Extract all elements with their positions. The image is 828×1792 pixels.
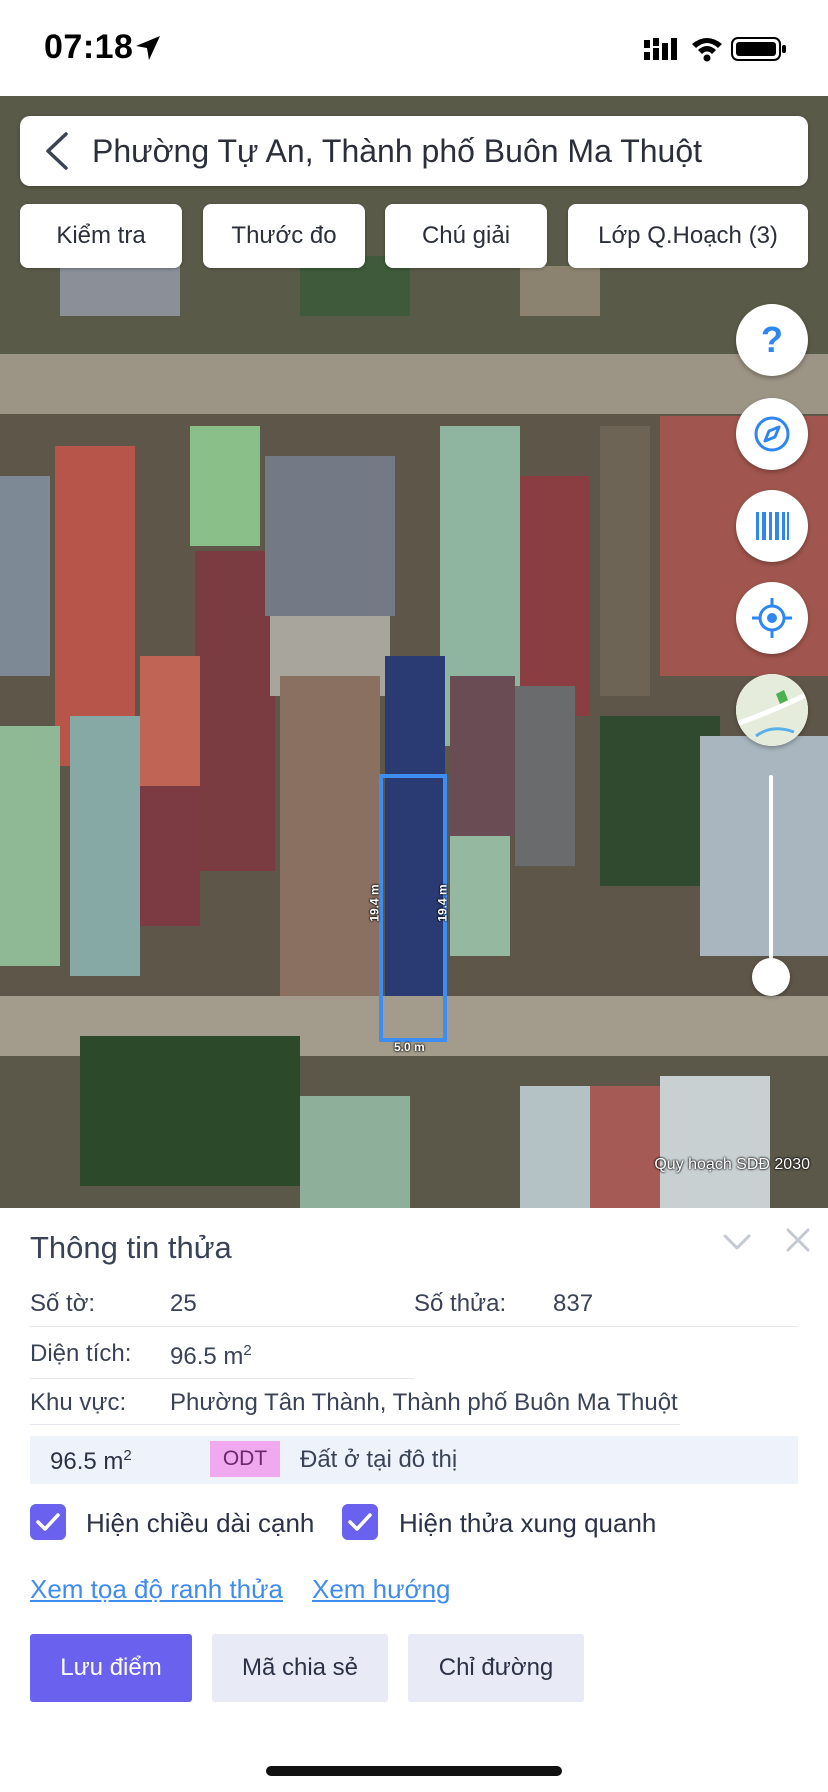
map-layer-icon: [736, 674, 808, 746]
compass-icon: [754, 416, 790, 452]
show-edge-length-checkbox[interactable]: [30, 1504, 66, 1540]
map-layer-caption: Quy hoạch SDĐ 2030: [654, 1156, 810, 1173]
zoom-slider-thumb[interactable]: [752, 958, 790, 996]
my-location-button[interactable]: [736, 582, 808, 654]
land-use-code-badge: ODT: [210, 1441, 280, 1477]
checkmark-icon: [36, 1513, 60, 1531]
view-direction-link[interactable]: Xem hướng: [312, 1574, 451, 1605]
parcel-bottom-length: 5.0 m: [394, 1040, 425, 1054]
chevron-down-icon[interactable]: [722, 1230, 752, 1254]
panel-title: Thông tin thửa: [30, 1230, 232, 1265]
land-use-row: 96.5 m2 ODT Đất ở tại đô thị: [30, 1436, 798, 1484]
svg-text:?: ?: [761, 320, 783, 360]
location-arrow-icon: [136, 36, 160, 60]
status-time: 07:18: [44, 28, 134, 66]
compass-button[interactable]: [736, 398, 808, 470]
sheet-number-label: Số tờ:: [30, 1290, 96, 1317]
home-indicator: [266, 1766, 562, 1776]
location-header[interactable]: Phường Tự An, Thành phố Buôn Ma Thuột: [20, 116, 808, 186]
signal-wifi-battery-icon: [644, 37, 786, 62]
barcode-icon: [756, 512, 789, 540]
save-point-button[interactable]: Lưu điểm: [30, 1634, 192, 1702]
zoom-slider-track[interactable]: [769, 775, 773, 975]
location-title: Phường Tự An, Thành phố Buôn Ma Thuột: [92, 133, 703, 169]
back-arrow-icon[interactable]: [42, 130, 72, 172]
land-use-area: 96.5 m2: [50, 1447, 132, 1475]
planning-layers-button[interactable]: Lớp Q.Hoạch (3): [568, 204, 808, 268]
parcel-info-panel: Thông tin thửa Số tờ: 25 Số thửa: 837 Di…: [0, 1208, 828, 1792]
barcode-button[interactable]: [736, 490, 808, 562]
show-neighbors-label[interactable]: Hiện thửa xung quanh: [399, 1508, 656, 1539]
region-label: Khu vực:: [30, 1389, 127, 1416]
parcel-left-length: 19.4 m: [367, 884, 382, 922]
row-divider: [30, 1378, 414, 1379]
show-neighbors-checkbox[interactable]: [342, 1504, 378, 1540]
locate-icon: [752, 598, 792, 638]
region-value: Phường Tân Thành, Thành phố Buôn Ma Thuộ…: [170, 1389, 678, 1416]
status-indicators: [644, 34, 794, 64]
area-value: 96.5 m2: [170, 1342, 252, 1370]
status-bar: 07:18: [0, 0, 828, 96]
checkmark-icon: [348, 1513, 372, 1531]
close-icon[interactable]: [784, 1226, 812, 1254]
row-divider: [30, 1326, 798, 1327]
parcel-number-value: 837: [553, 1290, 594, 1317]
land-use-description: Đất ở tại đô thị: [300, 1446, 458, 1473]
parcel-number-label: Số thửa:: [414, 1290, 507, 1317]
share-code-button[interactable]: Mã chia sẻ: [212, 1634, 388, 1702]
sheet-number-value: 25: [170, 1290, 197, 1317]
base-map-toggle[interactable]: [736, 674, 808, 746]
show-edge-length-label[interactable]: Hiện chiều dài cạnh: [86, 1508, 314, 1539]
area-label: Diện tích:: [30, 1340, 132, 1367]
row-divider: [30, 1424, 680, 1425]
measure-button[interactable]: Thước đo: [203, 204, 365, 268]
parcel-right-length: 19.4 m: [435, 884, 450, 922]
help-icon: ?: [761, 320, 783, 360]
legend-button[interactable]: Chú giải: [385, 204, 547, 268]
directions-button[interactable]: Chỉ đường: [408, 1634, 584, 1702]
help-button[interactable]: ?: [736, 304, 808, 376]
view-boundary-coords-link[interactable]: Xem tọa độ ranh thửa: [30, 1574, 283, 1605]
check-button[interactable]: Kiểm tra: [20, 204, 182, 268]
